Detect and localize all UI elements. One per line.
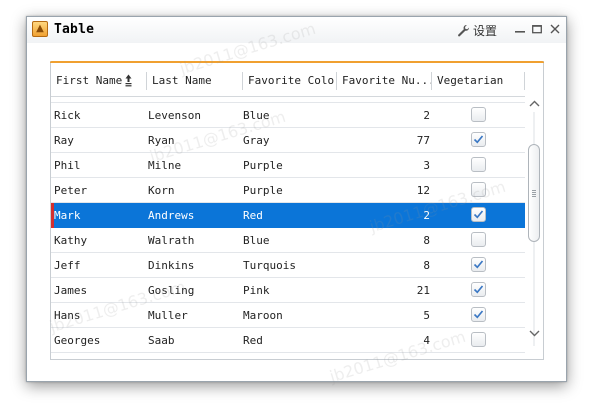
table-row[interactable]: Jeff Dinkins Turquois 8 bbox=[51, 253, 525, 278]
table-window: ▲ Table 设置 First Name Last Name Favorite… bbox=[26, 16, 567, 386]
cell-last-name: Gosling bbox=[148, 283, 195, 297]
cell-favorite-number: 4 bbox=[423, 333, 430, 347]
cell-first-name: Ray bbox=[54, 133, 74, 147]
grip-icon bbox=[532, 190, 536, 198]
sort-ascending-icon bbox=[125, 74, 132, 87]
vegetarian-checkbox[interactable] bbox=[471, 107, 486, 122]
cell-first-name: James bbox=[54, 283, 88, 297]
cell-favorite-color: Blue bbox=[243, 108, 270, 122]
close-icon bbox=[550, 24, 560, 34]
title-bar[interactable]: ▲ Table 设置 bbox=[27, 17, 566, 43]
scroll-down-arrow-icon[interactable] bbox=[528, 327, 541, 339]
table-row[interactable]: Ray Ryan Gray 77 bbox=[51, 128, 525, 153]
cell-favorite-number: 12 bbox=[416, 183, 430, 197]
table-row[interactable]: Hans Muller Maroon 5 bbox=[51, 303, 525, 328]
table-header: First Name Last Name Favorite Color Favo… bbox=[51, 65, 525, 97]
cell-first-name: Mark bbox=[54, 208, 81, 222]
minimize-button[interactable] bbox=[513, 21, 527, 37]
vegetarian-checkbox[interactable] bbox=[471, 232, 486, 247]
close-button[interactable] bbox=[548, 21, 562, 37]
maximize-button[interactable] bbox=[530, 21, 544, 37]
cell-first-name: Rick bbox=[54, 108, 81, 122]
cell-favorite-number: 21 bbox=[416, 283, 430, 297]
table-row[interactable]: Kathy Walrath Blue 8 bbox=[51, 228, 525, 253]
table-row[interactable]: James Gosling Pink 21 bbox=[51, 278, 525, 303]
column-header-last-name[interactable]: Last Name bbox=[147, 65, 242, 96]
checkmark-icon bbox=[473, 310, 484, 319]
checkmark-icon bbox=[473, 285, 484, 294]
wrench-icon bbox=[458, 24, 470, 36]
vegetarian-checkbox[interactable] bbox=[471, 257, 486, 272]
checkmark-icon bbox=[473, 135, 484, 144]
column-header-favorite-color[interactable]: Favorite Color bbox=[243, 65, 336, 96]
vegetarian-checkbox[interactable] bbox=[471, 157, 486, 172]
vegetarian-checkbox[interactable] bbox=[471, 207, 486, 222]
cell-favorite-color: Pink bbox=[243, 283, 270, 297]
settings-button[interactable]: 设置 bbox=[457, 21, 497, 39]
cell-favorite-number: 8 bbox=[423, 258, 430, 272]
vegetarian-checkbox[interactable] bbox=[471, 307, 486, 322]
cell-last-name: Andrews bbox=[148, 208, 195, 222]
cell-first-name: Hans bbox=[54, 308, 81, 322]
checkmark-icon bbox=[473, 210, 484, 219]
cell-first-name: Georges bbox=[54, 333, 101, 347]
vegetarian-checkbox[interactable] bbox=[471, 132, 486, 147]
cell-favorite-number: 77 bbox=[416, 133, 430, 147]
settings-label: 设置 bbox=[473, 23, 498, 38]
table-body: Rick Levenson Blue 2 Ray Ryan Gray 77 Phil Milne P… bbox=[51, 97, 525, 360]
cell-first-name: Jeff bbox=[54, 258, 81, 272]
cell-last-name: Dinkins bbox=[148, 258, 195, 272]
cell-favorite-color: Purple bbox=[243, 183, 283, 197]
checkmark-icon bbox=[473, 260, 484, 269]
cell-first-name: Kathy bbox=[54, 233, 88, 247]
cell-favorite-color: Turquois bbox=[243, 258, 296, 272]
cell-first-name: Phil bbox=[54, 158, 81, 172]
cell-favorite-color: Red bbox=[243, 333, 263, 347]
cell-favorite-color: Maroon bbox=[243, 308, 283, 322]
column-separator[interactable] bbox=[524, 72, 525, 90]
cell-last-name: Milne bbox=[148, 158, 182, 172]
column-header-favorite-number[interactable]: Favorite Nu... bbox=[337, 65, 431, 96]
cell-favorite-number: 5 bbox=[423, 308, 430, 322]
cell-favorite-color: Purple bbox=[243, 158, 283, 172]
table-row[interactable]: Phil Milne Purple 3 bbox=[51, 153, 525, 178]
vegetarian-checkbox[interactable] bbox=[471, 332, 486, 347]
table-panel: First Name Last Name Favorite Color Favo… bbox=[50, 61, 544, 360]
vertical-scrollbar[interactable] bbox=[525, 98, 544, 360]
cell-last-name: Saab bbox=[148, 333, 175, 347]
column-header-vegetarian[interactable]: Vegetarian bbox=[432, 65, 525, 96]
cell-favorite-number: 2 bbox=[423, 208, 430, 222]
cell-last-name: Korn bbox=[148, 183, 175, 197]
cell-last-name: Walrath bbox=[148, 233, 195, 247]
table-row[interactable]: Rick Levenson Blue 2 bbox=[51, 103, 525, 128]
cell-last-name: Levenson bbox=[148, 108, 201, 122]
cell-favorite-number: 2 bbox=[423, 108, 430, 122]
vegetarian-checkbox[interactable] bbox=[471, 282, 486, 297]
vegetarian-checkbox[interactable] bbox=[471, 182, 486, 197]
cell-favorite-color: Red bbox=[243, 208, 263, 222]
column-header-first-name[interactable]: First Name bbox=[51, 65, 146, 96]
window-title: Table bbox=[54, 22, 95, 37]
scroll-thumb[interactable] bbox=[528, 144, 540, 242]
cell-last-name: Muller bbox=[148, 308, 188, 322]
cell-favorite-color: Blue bbox=[243, 233, 270, 247]
cell-favorite-color: Gray bbox=[243, 133, 270, 147]
table-row[interactable]: Peter Korn Purple 12 bbox=[51, 178, 525, 203]
table-row-selected[interactable]: Mark Andrews Red 2 bbox=[51, 203, 525, 228]
table-app-icon: ▲ bbox=[32, 21, 48, 37]
scroll-up-arrow-icon[interactable] bbox=[528, 98, 541, 110]
maximize-icon bbox=[532, 25, 542, 34]
cell-last-name: Ryan bbox=[148, 133, 175, 147]
cell-first-name: Peter bbox=[54, 183, 88, 197]
cell-favorite-number: 8 bbox=[423, 233, 430, 247]
cell-favorite-number: 3 bbox=[423, 158, 430, 172]
minimize-icon bbox=[515, 31, 525, 33]
table-row[interactable]: Georges Saab Red 4 bbox=[51, 328, 525, 353]
